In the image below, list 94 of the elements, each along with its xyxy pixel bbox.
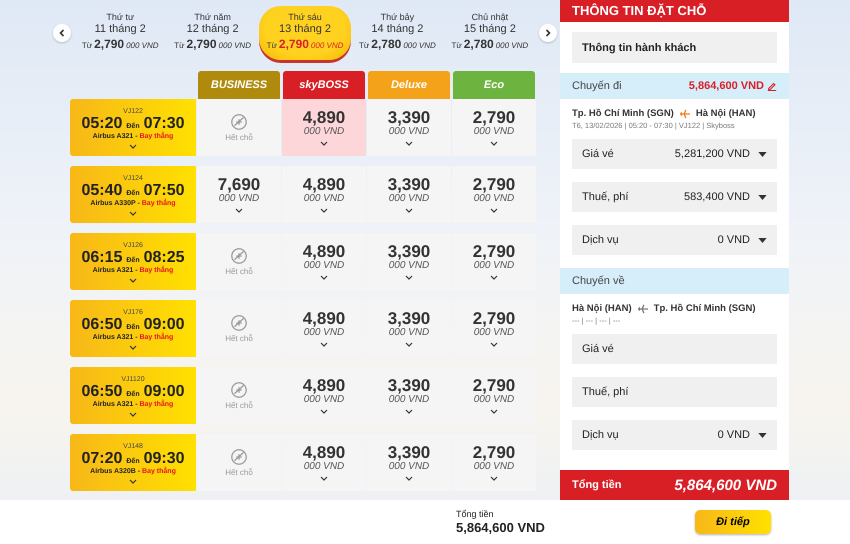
fare-cell[interactable]: 2,790 000 VND: [452, 300, 536, 357]
price-item[interactable]: Giá vé 5,281,200 VND: [572, 139, 777, 169]
fare-cell[interactable]: 4,890 000 VND: [282, 434, 366, 491]
previous-button[interactable]: [53, 24, 71, 42]
origin: Tp. Hồ Chí Minh (SGN): [572, 108, 674, 119]
total-label: Tổng tiền: [572, 479, 622, 491]
fare-cell[interactable]: 2,790 000 VND: [452, 233, 536, 290]
fare-cell[interactable]: 4,890 000 VND: [282, 233, 366, 290]
caret-icon: [758, 194, 767, 200]
date-tab[interactable]: Thứ tư 11 tháng 2 Từ 2,790 000 VND: [74, 6, 166, 60]
chevron-left-icon: [57, 28, 67, 38]
sold-out-cell: Hết chỗ: [197, 99, 281, 156]
chevron-down-icon: [490, 208, 498, 213]
chevron-down-icon: [129, 479, 137, 484]
fare-cell[interactable]: 2,790 000 VND: [452, 434, 536, 491]
price-item[interactable]: Thuế, phí 583,400 VND: [572, 182, 777, 212]
plane-icon: [636, 304, 649, 314]
date-tab[interactable]: Thứ sáu 13 tháng 2 Từ 2,790 000 VND: [258, 6, 352, 60]
date-tab[interactable]: Thứ bảy 14 tháng 2 Từ 2,780 000 VND: [351, 6, 444, 60]
fare-class-header: BUSINESS: [198, 71, 280, 99]
no-plane-icon: [230, 381, 248, 399]
chevron-down-icon: [129, 144, 137, 149]
fare-cell[interactable]: 2,790 000 VND: [452, 166, 536, 223]
chevron-down-icon: [320, 342, 328, 347]
fare-cell[interactable]: 3,390 000 VND: [367, 233, 451, 290]
date-tab[interactable]: Thứ năm 12 tháng 2 Từ 2,790 000 VND: [166, 6, 259, 60]
plane-icon: [678, 108, 691, 118]
chevron-down-icon: [320, 141, 328, 146]
destination: Hà Nội (HAN): [696, 108, 756, 119]
total-label: Tổng tiền: [456, 508, 495, 520]
edit-icon[interactable]: [767, 81, 777, 91]
leg-amount: 5,864,600 VND: [688, 80, 764, 92]
fare-cell[interactable]: 3,390 000 VND: [367, 166, 451, 223]
chevron-down-icon: [405, 476, 413, 481]
fare-cell[interactable]: 3,390 000 VND: [367, 99, 451, 156]
price-item[interactable]: Dịch vụ 0 VND: [572, 225, 777, 255]
continue-button[interactable]: Đi tiếp: [694, 510, 771, 534]
chevron-right-icon: [543, 28, 554, 38]
chevron-down-icon: [490, 342, 498, 347]
chevron-down-icon: [129, 412, 137, 417]
fare-cell[interactable]: 4,890 000 VND: [282, 99, 366, 156]
chevron-down-icon: [490, 141, 498, 146]
total-amount: 5,864,600 VND: [674, 476, 777, 494]
price-item[interactable]: Dịch vụ 0 VND: [572, 420, 777, 450]
chevron-down-icon: [129, 211, 137, 216]
total-amount: 5,864,600 VND: [456, 520, 545, 536]
passenger-info-button[interactable]: Thông tin hành khách: [572, 32, 777, 63]
chevron-down-icon: [405, 208, 413, 213]
origin: Hà Nội (HAN): [572, 303, 632, 314]
no-plane-icon: [230, 314, 248, 332]
chevron-down-icon: [320, 208, 328, 213]
fare-cell[interactable]: 4,890 000 VND: [282, 166, 366, 223]
leg-title: Chuyến về: [572, 275, 626, 287]
chevron-down-icon: [490, 409, 498, 414]
panel-title: THÔNG TIN ĐẶT CHỖ: [560, 0, 789, 22]
chevron-down-icon: [320, 476, 328, 481]
chevron-down-icon: [405, 342, 413, 347]
caret-icon: [758, 238, 767, 242]
price-item[interactable]: Giá vé: [572, 334, 777, 364]
chevron-down-icon: [320, 409, 328, 414]
chevron-down-icon: [405, 275, 413, 280]
fare-cell[interactable]: 3,390 000 VND: [367, 300, 451, 357]
fare-cell[interactable]: 3,390 000 VND: [367, 434, 451, 491]
fare-cell[interactable]: 2,790 000 VND: [452, 99, 536, 156]
fare-cell[interactable]: 7,690 000 VND: [197, 166, 281, 223]
fare-class-header: skyBOSS: [283, 71, 365, 99]
destination: Tp. Hồ Chí Minh (SGN): [654, 303, 756, 314]
chevron-down-icon: [405, 409, 413, 414]
caret-icon: [758, 432, 767, 438]
chevron-down-icon: [235, 208, 243, 213]
fare-class-header: Deluxe: [368, 71, 450, 99]
no-plane-icon: [230, 247, 248, 265]
chevron-down-icon: [490, 476, 498, 481]
fare-cell[interactable]: 4,890 000 VND: [282, 367, 366, 424]
sold-out-cell: Hết chỗ: [197, 233, 281, 290]
chevron-down-icon: [405, 141, 413, 146]
no-plane-icon: [230, 448, 248, 466]
sold-out-cell: Hết chỗ: [197, 434, 281, 491]
next-button[interactable]: [539, 24, 558, 42]
date-tab[interactable]: Chủ nhật 15 tháng 2 Từ 2,780 000 VND: [444, 6, 536, 60]
chevron-down-icon: [129, 278, 137, 283]
no-plane-icon: [230, 113, 248, 131]
sold-out-cell: Hết chỗ: [197, 300, 281, 357]
fare-cell[interactable]: 4,890 000 VND: [282, 300, 366, 357]
leg-title: Chuyến đi: [572, 80, 623, 92]
fare-cell[interactable]: 2,790 000 VND: [452, 367, 536, 424]
chevron-down-icon: [490, 275, 498, 280]
fare-class-header: Eco: [453, 71, 535, 99]
fare-cell[interactable]: 3,390 000 VND: [367, 367, 451, 424]
chevron-down-icon: [129, 345, 137, 350]
price-item[interactable]: Thuế, phí: [572, 377, 777, 407]
chevron-down-icon: [320, 275, 328, 280]
sold-out-cell: Hết chỗ: [197, 367, 281, 424]
caret-icon: [758, 152, 767, 156]
